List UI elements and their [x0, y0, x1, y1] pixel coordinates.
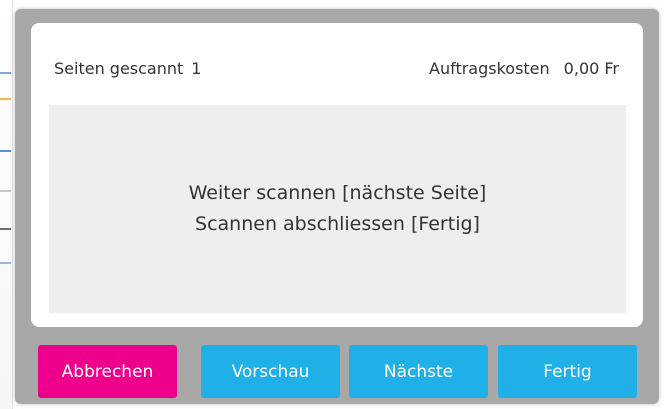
job-cost: Auftragskosten 0,00 Fr: [429, 59, 619, 78]
instruction-continue: Weiter scannen [nächste Seite]: [188, 182, 487, 204]
job-cost-label: Auftragskosten: [429, 59, 550, 78]
pages-scanned: Seiten gescannt 1: [54, 59, 201, 78]
edge-mark: [0, 150, 11, 152]
edge-mark: [0, 98, 11, 100]
preview-button[interactable]: Vorschau: [201, 345, 340, 398]
finish-button[interactable]: Fertig: [498, 345, 637, 398]
edge-mark: [0, 72, 11, 74]
edge-mark: [0, 228, 11, 230]
screen: Seiten gescannt 1 Auftragskosten 0,00 Fr W…: [0, 0, 666, 409]
action-bar: Abbrechen Vorschau Nächste Fertig: [38, 345, 638, 398]
edge-mark: [0, 190, 11, 192]
scan-status-card: Seiten gescannt 1 Auftragskosten 0,00 Fr W…: [31, 23, 643, 327]
pages-scanned-label: Seiten gescannt: [54, 59, 184, 78]
background-app-edge: [0, 0, 13, 409]
edge-mark: [0, 262, 11, 264]
scan-dialog: Seiten gescannt 1 Auftragskosten 0,00 Fr W…: [15, 9, 659, 404]
instruction-panel: Weiter scannen [nächste Seite] Scannen a…: [49, 105, 626, 313]
next-page-button[interactable]: Nächste: [349, 345, 488, 398]
cancel-button[interactable]: Abbrechen: [38, 345, 177, 398]
job-cost-value: 0,00 Fr: [563, 59, 619, 78]
instruction-finish: Scannen abschliessen [Fertig]: [195, 213, 480, 235]
scan-info-row: Seiten gescannt 1 Auftragskosten 0,00 Fr: [31, 59, 643, 83]
pages-scanned-count: 1: [191, 59, 202, 78]
